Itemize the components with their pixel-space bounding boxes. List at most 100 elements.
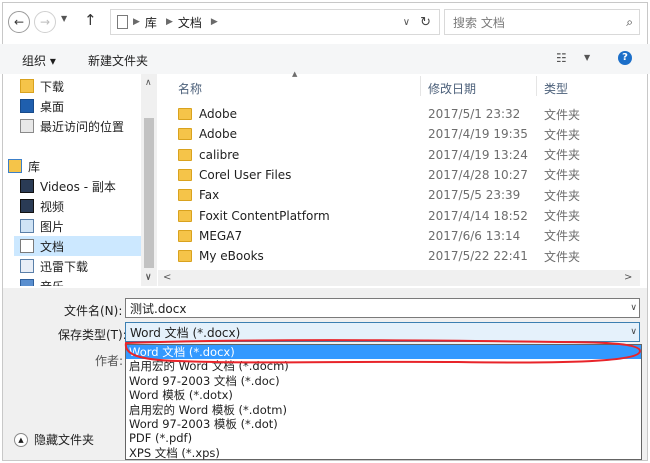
file-row[interactable]: MEGA7 2017/6/6 13:14 文件夹 xyxy=(178,226,640,246)
chevron-up-circle-icon: ▲ xyxy=(14,432,28,447)
help-icon[interactable]: ? xyxy=(618,51,632,65)
file-name: My eBooks xyxy=(199,249,264,264)
file-name: calibre xyxy=(199,147,240,162)
videos-icon xyxy=(20,199,34,213)
file-name: Adobe xyxy=(199,107,237,121)
filename-value: 测试.docx xyxy=(130,301,187,316)
recent-locations-dropdown[interactable]: ▼ xyxy=(61,14,67,23)
file-name: Adobe xyxy=(199,127,237,142)
breadcrumb-documents[interactable]: 文档 xyxy=(178,14,202,31)
red-highlight-annotation xyxy=(124,339,642,364)
nav-scrollbar[interactable]: ∧ ∨ xyxy=(141,74,157,286)
nav-item-downloads[interactable]: 下载 xyxy=(20,76,64,96)
file-name-cell: My eBooks xyxy=(178,249,428,263)
file-name-cell: Fax xyxy=(178,188,428,202)
file-row[interactable]: Foxit ContentPlatform 2017/4/14 18:52 文件夹 xyxy=(178,206,640,226)
back-button[interactable]: ← xyxy=(8,11,30,33)
address-bar[interactable]: ▶ 库 ▶ 文档 ▶ ∨ ↻ xyxy=(110,9,440,35)
file-name-cell: calibre xyxy=(178,148,428,162)
nav-item-documents[interactable]: 文档 xyxy=(14,236,146,256)
search-icon[interactable]: ⌕ xyxy=(626,15,633,30)
red-highlight-stroke xyxy=(124,339,642,364)
column-divider[interactable] xyxy=(536,76,537,96)
scroll-left-icon[interactable]: < xyxy=(163,272,171,283)
command-toolbar: 组织 ▾ 新建文件夹 ☷ ▼ ? xyxy=(0,44,650,74)
chevron-right-icon: ▶ xyxy=(165,17,173,27)
arrow-right-icon: → xyxy=(39,15,51,29)
folder-icon xyxy=(178,209,192,222)
folder-icon xyxy=(178,128,192,141)
nav-item-music[interactable]: 音乐 xyxy=(20,276,64,286)
nav-scrollbar-thumb[interactable] xyxy=(144,118,154,268)
file-row[interactable]: Adobe 2017/4/19 19:35 文件夹 xyxy=(178,124,640,144)
column-header-date[interactable]: 修改日期 xyxy=(428,80,476,97)
folder-icon xyxy=(178,189,192,202)
documents-icon xyxy=(117,15,128,29)
organize-button[interactable]: 组织 ▾ xyxy=(22,52,56,69)
file-row[interactable]: My eBooks 2017/5/22 22:41 文件夹 xyxy=(178,246,640,266)
column-header-name[interactable]: 名称 xyxy=(178,80,202,97)
filetype-option[interactable]: Word 模板 (*.dotx) xyxy=(126,388,641,402)
file-date: 2017/6/6 13:14 xyxy=(428,228,521,243)
nav-item-library[interactable]: 库 xyxy=(8,156,40,176)
folder-icon xyxy=(178,108,192,120)
filetype-option[interactable]: Word 97-2003 模板 (*.dot) xyxy=(126,417,641,431)
filename-field[interactable]: 测试.docx ∨ xyxy=(125,298,640,318)
new-folder-button[interactable]: 新建文件夹 xyxy=(88,52,148,69)
filetype-label: 保存类型(T): xyxy=(58,328,127,342)
hide-folders-button[interactable]: ▲ 隐藏文件夹 xyxy=(14,431,94,448)
column-header-type[interactable]: 类型 xyxy=(544,80,568,97)
file-date: 2017/4/19 13:24 xyxy=(428,147,528,162)
folder-icon xyxy=(178,148,192,161)
nav-item-pictures[interactable]: 图片 xyxy=(20,216,64,236)
nav-item-xunlei-downloads[interactable]: 迅雷下载 xyxy=(20,256,88,276)
file-date: 2017/5/1 23:32 xyxy=(428,107,521,121)
filetype-option[interactable]: PDF (*.pdf) xyxy=(126,431,641,445)
file-name: Fax xyxy=(199,188,220,203)
file-row[interactable]: calibre 2017/4/19 13:24 文件夹 xyxy=(178,145,640,165)
xunlei-download-icon xyxy=(20,259,34,273)
recent-places-icon xyxy=(20,119,34,133)
file-type: 文件夹 xyxy=(544,188,581,203)
navigation-pane: 下载 桌面 最近访问的位置 库 Videos - 副本 视频 图片 文档 迅雷下… xyxy=(0,74,158,286)
nav-expand-icon[interactable]: ∨ xyxy=(145,272,152,282)
file-row[interactable]: Adobe 2017/5/1 23:32 文件夹 xyxy=(178,104,640,124)
search-placeholder: 搜索 文档 xyxy=(453,15,505,30)
filetype-option[interactable]: Word 97-2003 文档 (*.doc) xyxy=(126,374,641,388)
file-type: 文件夹 xyxy=(544,229,581,244)
chevron-right-icon: ▶ xyxy=(210,17,218,27)
search-input[interactable]: 搜索 文档 ⌕ xyxy=(444,9,640,35)
folder-icon xyxy=(178,229,192,242)
music-icon xyxy=(20,279,34,286)
file-name-cell: MEGA7 xyxy=(178,229,428,243)
file-type: 文件夹 xyxy=(544,127,581,142)
file-date: 2017/5/22 22:41 xyxy=(428,249,528,264)
filetype-option[interactable]: 启用宏的 Word 模板 (*.dotm) xyxy=(126,403,641,417)
up-button[interactable]: ↑ xyxy=(84,11,97,29)
file-name: MEGA7 xyxy=(199,228,243,243)
address-dropdown-icon[interactable]: ∨ xyxy=(403,17,410,28)
nav-item-videos[interactable]: 视频 xyxy=(20,196,64,216)
file-type: 文件夹 xyxy=(544,168,581,183)
file-name-cell: Adobe xyxy=(178,107,428,121)
scroll-up-icon[interactable]: ∧ xyxy=(145,78,152,88)
horizontal-scrollbar[interactable]: < > xyxy=(158,270,640,286)
chevron-down-icon[interactable]: ∨ xyxy=(630,303,637,313)
file-type: 文件夹 xyxy=(544,209,581,223)
forward-button[interactable]: → xyxy=(34,11,56,33)
filetype-option[interactable]: XPS 文档 (*.xps) xyxy=(126,446,641,460)
breadcrumb-library[interactable]: 库 xyxy=(145,14,157,31)
column-divider[interactable] xyxy=(420,76,421,96)
file-row[interactable]: Corel User Files 2017/4/28 10:27 文件夹 xyxy=(178,165,640,185)
scroll-right-icon[interactable]: > xyxy=(624,272,632,283)
view-options-icon[interactable]: ☷ xyxy=(556,51,567,65)
view-dropdown-icon[interactable]: ▼ xyxy=(584,53,590,62)
nav-item-desktop[interactable]: 桌面 xyxy=(20,96,64,116)
file-type: 文件夹 xyxy=(544,107,581,122)
file-name: Corel User Files xyxy=(199,167,292,182)
arrow-left-icon: ← xyxy=(13,15,25,29)
nav-item-videos-copy[interactable]: Videos - 副本 xyxy=(20,176,116,196)
nav-item-recent-places[interactable]: 最近访问的位置 xyxy=(20,116,124,136)
file-row[interactable]: Fax 2017/5/5 23:39 文件夹 xyxy=(178,185,640,205)
refresh-icon[interactable]: ↻ xyxy=(420,15,431,30)
